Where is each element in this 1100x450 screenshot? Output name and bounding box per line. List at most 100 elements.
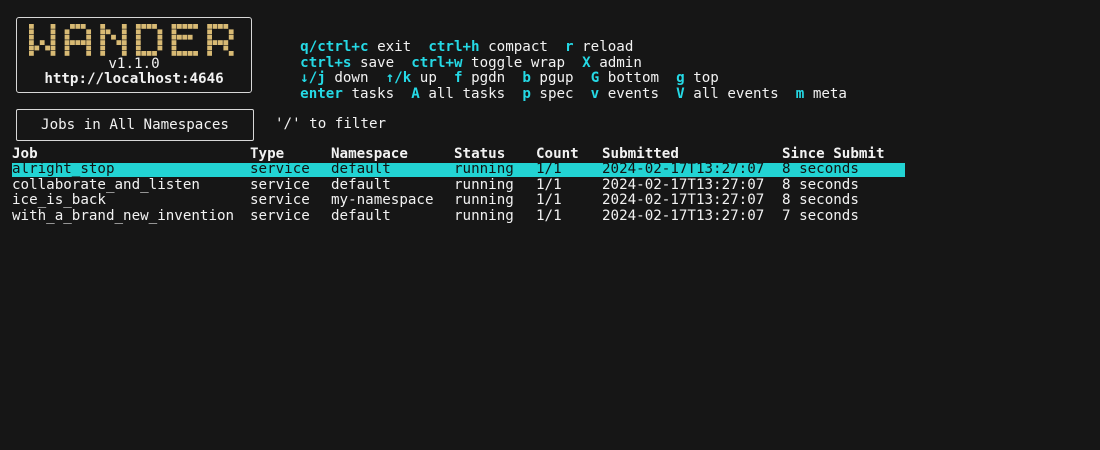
logo-pixel	[64, 34, 70, 40]
logo-pixel	[223, 45, 229, 51]
logo-pixel	[135, 40, 141, 45]
logo-pixel	[228, 29, 234, 35]
key-compact[interactable]: ctrl+h	[428, 39, 479, 55]
logo-pixel	[116, 40, 122, 45]
logo-pixel	[86, 40, 92, 45]
logo-pixel	[146, 24, 152, 29]
logo-pixel	[100, 29, 106, 35]
logo-pixel	[50, 24, 56, 29]
logo-pixel	[50, 45, 56, 51]
key-bottom[interactable]: G	[591, 70, 600, 86]
key-pgup[interactable]: b	[522, 70, 531, 86]
desc-meta: meta	[812, 85, 847, 102]
logo-pixel	[100, 34, 106, 40]
logo-pixel	[29, 45, 34, 51]
cell-type: service	[250, 192, 310, 209]
logo-pixel	[50, 29, 56, 35]
key-all-events[interactable]: V	[676, 86, 685, 102]
logo-pixel	[223, 24, 229, 29]
desc-tasks: tasks	[351, 85, 395, 102]
table-row[interactable]: ice_is_back service my-namespace running…	[0, 192, 1100, 209]
logo-pixel	[86, 45, 92, 51]
logo-pixel	[171, 51, 177, 56]
table-row-selected[interactable]: alright_stop service default running 1/1…	[0, 161, 1100, 178]
logo-pixel	[50, 40, 56, 45]
logo-pixel	[100, 45, 106, 51]
logo-pixel	[207, 51, 212, 56]
key-pgdn[interactable]: f	[454, 70, 463, 86]
column-header-submitted: Submitted	[602, 146, 679, 162]
key-exit[interactable]: q/ctrl+c	[300, 39, 368, 55]
jobs-table: Job Type Namespace Status Count Submitte…	[0, 146, 1100, 224]
logo-pixel	[157, 40, 163, 45]
logo-pixel	[111, 34, 116, 40]
logo-pixel	[80, 24, 86, 29]
cell-since-submit: 8 seconds	[782, 192, 859, 209]
desc-compact: compact	[488, 39, 548, 56]
logo-pixel	[29, 34, 34, 40]
cell-count: 1/1	[536, 192, 562, 209]
desc-events: events	[607, 85, 660, 102]
logo-pixel	[100, 40, 106, 45]
key-events[interactable]: v	[591, 86, 600, 102]
column-header-job: Job	[12, 146, 38, 162]
logo-pixel	[187, 34, 193, 40]
logo-pixel	[64, 45, 70, 51]
wander-logo	[29, 24, 241, 56]
logo-pixel	[135, 24, 141, 29]
key-top[interactable]: g	[676, 70, 685, 86]
logo-pixel	[86, 51, 92, 56]
logo-pixel	[171, 40, 177, 45]
cell-type: service	[250, 161, 310, 178]
key-up[interactable]: ↑/k	[386, 70, 412, 86]
logo-pixel	[171, 29, 177, 35]
logo-pixel	[228, 51, 234, 56]
cell-status: running	[454, 176, 514, 193]
key-tasks[interactable]: enter	[300, 86, 343, 102]
logo-box: v1.1.0 http://localhost:4646	[16, 17, 252, 93]
desc-all-tasks: all tasks	[428, 85, 506, 102]
logo-pixel	[86, 29, 92, 35]
table-row[interactable]: collaborate_and_listen service default r…	[0, 176, 1100, 193]
key-reload[interactable]: r	[565, 39, 574, 55]
logo-pixel	[70, 40, 75, 45]
key-all-tasks[interactable]: A	[411, 86, 420, 102]
key-meta[interactable]: m	[796, 86, 805, 102]
table-header: Job Type Namespace Status Count Submitte…	[0, 146, 1100, 162]
key-down[interactable]: ↓/j	[300, 70, 326, 86]
cell-status: running	[454, 192, 514, 209]
key-save[interactable]: ctrl+s	[300, 55, 351, 71]
logo-pixel	[171, 24, 177, 29]
cell-namespace: my-namespace	[331, 192, 434, 209]
key-spec[interactable]: p	[522, 86, 531, 102]
logo-pixel	[187, 51, 193, 56]
key-toggle-wrap[interactable]: ctrl+w	[411, 55, 462, 71]
cell-since-submit: 8 seconds	[782, 176, 859, 193]
logo-pixel	[157, 45, 163, 51]
logo-pixel	[187, 24, 193, 29]
logo-pixel	[121, 24, 127, 29]
logo-pixel	[100, 51, 106, 56]
desc-reload: reload	[582, 39, 634, 56]
logo-pixel	[212, 40, 218, 45]
logo-pixel	[64, 29, 70, 35]
logo-pixel	[171, 45, 177, 51]
table-row[interactable]: with_a_brand_new_invention service defau…	[0, 207, 1100, 224]
logo-pixel	[182, 51, 188, 56]
desc-down: down	[334, 70, 369, 87]
desc-pgup: pgup	[539, 70, 574, 87]
cell-job: ice_is_back	[12, 192, 106, 209]
desc-spec: spec	[539, 85, 574, 102]
logo-pixel	[182, 34, 188, 40]
cell-status: running	[454, 207, 514, 224]
desc-all-events: all events	[693, 85, 779, 102]
logo-pixel	[135, 34, 141, 40]
logo-pixel	[135, 45, 141, 51]
cell-count: 1/1	[536, 161, 562, 178]
column-header-since-submit: Since Submit	[782, 146, 885, 162]
key-admin[interactable]: X	[582, 55, 591, 71]
logo-pixel	[86, 34, 92, 40]
logo-pixel	[193, 24, 198, 29]
logo-pixel	[50, 34, 56, 40]
logo-pixel	[141, 24, 147, 29]
